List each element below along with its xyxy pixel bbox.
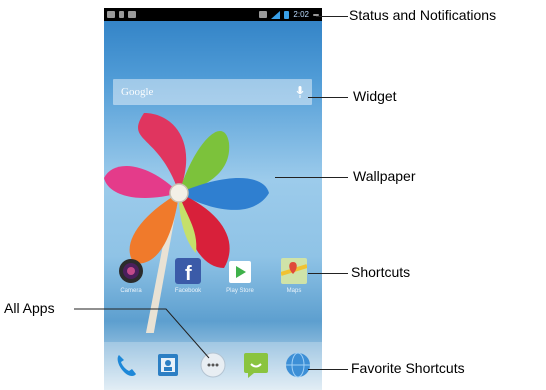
callout-line-status [316,16,348,17]
pinwheel-center [169,183,189,203]
play-store-icon[interactable] [227,258,253,284]
status-time: 2:02 [293,10,309,19]
signal-icon [271,10,281,19]
camera-icon[interactable] [118,258,144,284]
maps-icon[interactable] [281,258,307,284]
pinwheel-blade [104,166,179,198]
notification-message-icon [107,11,115,18]
callout-shortcuts: Shortcuts [351,264,411,280]
callout-line-widget [308,97,348,98]
callout-wallpaper: Wallpaper [353,168,416,184]
callout-line-favorites [308,369,348,370]
facebook-icon[interactable]: f [175,258,201,284]
pinwheel-wallpaper [104,113,269,333]
status-bar[interactable]: 2:02 [104,8,322,21]
microphone-icon[interactable] [296,86,304,98]
chat-icon [128,11,136,18]
wifi-icon [259,11,268,18]
callout-line-all-apps [74,308,210,359]
callout-favorite-shortcuts: Favorite Shortcuts [351,360,465,376]
callout-status-and-notifications: Status and Notifications [349,7,497,23]
app-label-play-store: Play Store [226,288,254,294]
callout-widget: Widget [353,88,397,104]
callout-line-shortcuts [308,273,348,274]
app-label-maps: Maps [286,288,302,294]
google-search-label: Google [121,86,154,98]
svg-text:f: f [185,263,192,284]
app-label-camera: Camera [120,288,142,294]
messaging-icon[interactable] [242,351,270,379]
usb-icon [119,11,124,18]
callout-line-wallpaper [275,177,348,178]
callout-all-apps: All Apps [4,300,55,316]
google-search-widget[interactable]: Google [113,79,312,105]
battery-icon [284,10,290,19]
browser-icon[interactable] [284,351,312,379]
app-label-facebook: Facebook [174,288,202,294]
